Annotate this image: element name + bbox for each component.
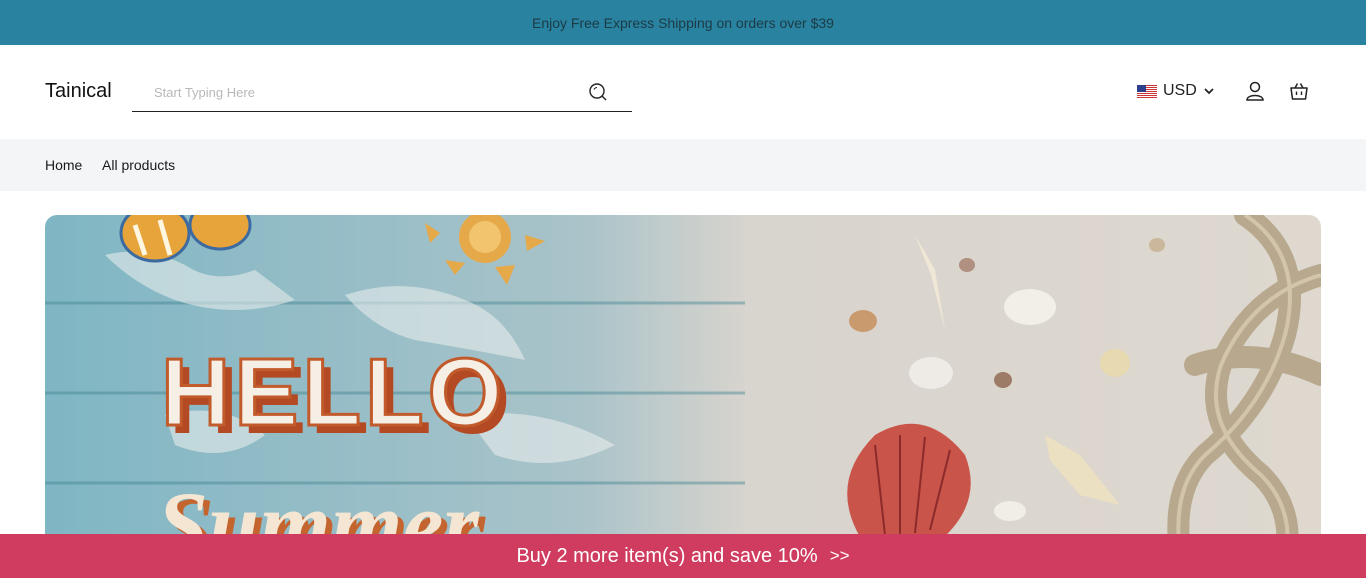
currency-selector[interactable]: USD: [1137, 81, 1215, 101]
announcement-text: Enjoy Free Express Shipping on orders ov…: [532, 14, 834, 31]
search-input[interactable]: [154, 82, 574, 102]
hero-banner-image: HELLO HELLO Summer Summer: [45, 215, 1321, 578]
site-header: Tainical USD: [0, 45, 1366, 139]
nav-item-all-products[interactable]: All products: [102, 157, 175, 173]
promo-text: Buy 2 more item(s) and save 10%: [516, 544, 818, 567]
currency-label: USD: [1163, 82, 1197, 99]
cart-icon[interactable]: [1288, 80, 1310, 102]
us-flag-icon: [1137, 84, 1157, 98]
announcement-bar: Enjoy Free Express Shipping on orders ov…: [0, 0, 1366, 45]
svg-text:HELLO: HELLO: [161, 339, 506, 446]
hello-headline: HELLO HELLO: [160, 338, 511, 455]
promo-bar[interactable]: Buy 2 more item(s) and save 10% >>: [0, 534, 1366, 578]
search-icon[interactable]: [588, 82, 608, 102]
promo-arrows: >>: [829, 546, 850, 565]
hero-banner[interactable]: HELLO HELLO Summer Summer: [45, 215, 1321, 578]
main-nav: Home All products: [0, 139, 1366, 191]
nav-item-home[interactable]: Home: [45, 157, 82, 173]
site-logo[interactable]: Tainical: [45, 80, 112, 103]
chevron-down-icon: [1204, 88, 1214, 95]
account-icon[interactable]: [1244, 80, 1266, 102]
search-bar: [132, 73, 632, 112]
